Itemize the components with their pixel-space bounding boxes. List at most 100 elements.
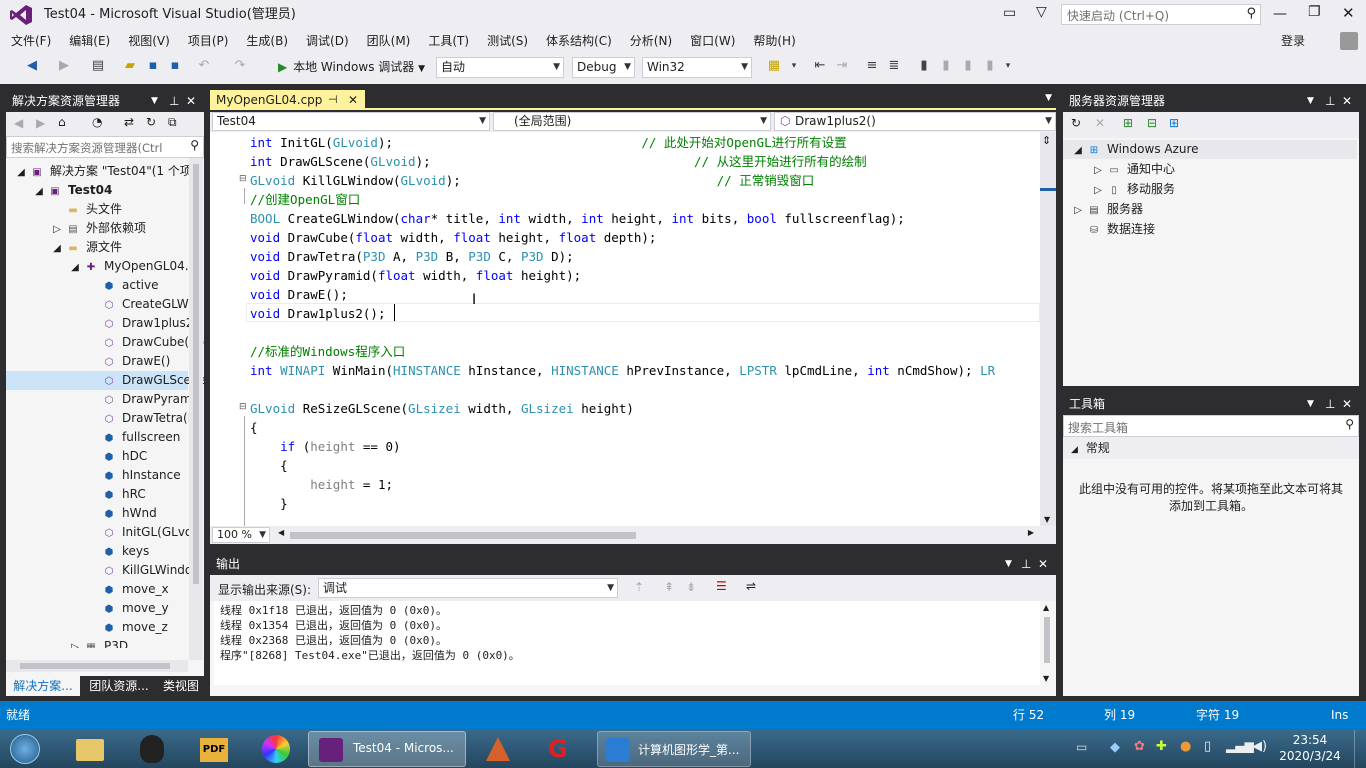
server-tree-item[interactable]: ⛁ 数据连接: [1063, 220, 1357, 239]
server-tree-item[interactable]: ▷ ▭ 通知中心: [1063, 160, 1357, 179]
zoom-select[interactable]: 100 % ▼: [212, 527, 270, 543]
project-nav-select[interactable]: Test04 ▼: [212, 112, 490, 131]
outline-collapse-icon[interactable]: ⊟: [239, 402, 247, 412]
menu-item-8[interactable]: 测试(S): [478, 30, 537, 52]
scroll-thumb[interactable]: [290, 532, 636, 539]
solution-tree-item[interactable]: ▬ 头文件: [6, 200, 188, 219]
azure-connect-icon[interactable]: ⊞: [1169, 116, 1179, 130]
bottom-tab-1[interactable]: 团队资源...: [82, 676, 156, 696]
solution-tree-item[interactable]: ⬢ hRC: [6, 485, 188, 504]
solution-tree-item[interactable]: ⬡ DrawGLScene: [6, 371, 204, 390]
pdf-taskbar-button[interactable]: PDF: [194, 731, 234, 767]
collapse-all-icon[interactable]: ⧉: [168, 115, 177, 130]
member-nav-select[interactable]: ⬡ Draw1plus2() ▼: [774, 112, 1056, 131]
solution-tree-item[interactable]: ⬢ move_y: [6, 599, 188, 618]
expanded-arrow-icon[interactable]: ◢: [14, 163, 28, 182]
scroll-thumb[interactable]: [1044, 617, 1050, 663]
redo-icon[interactable]: ↷: [232, 58, 248, 74]
server-tree-item[interactable]: ▷ ▯ 移动服务: [1063, 180, 1357, 199]
prev-message-icon[interactable]: ⇞: [664, 580, 674, 594]
toolbar-overflow-icon[interactable]: ▾: [1000, 58, 1016, 74]
toolbox-search-input[interactable]: 搜索工具箱 ⚲: [1063, 415, 1359, 437]
chevron-down-icon[interactable]: ▼: [1005, 553, 1012, 575]
close-icon[interactable]: ✕: [1342, 90, 1352, 112]
menu-item-7[interactable]: 工具(T): [419, 30, 478, 52]
qq-taskbar-button[interactable]: [132, 731, 172, 767]
menu-item-5[interactable]: 调试(D): [297, 30, 358, 52]
solution-tree-hscrollbar[interactable]: [6, 660, 188, 672]
user-avatar-icon[interactable]: [1340, 32, 1358, 50]
solution-tree-item[interactable]: ⬢ move_x: [6, 580, 188, 599]
chevron-down-icon[interactable]: ▼: [151, 90, 158, 112]
show-desktop-button[interactable]: [1354, 730, 1366, 768]
restore-button[interactable]: ❐: [1308, 4, 1321, 20]
collapsed-arrow-icon[interactable]: ▷: [68, 638, 82, 648]
menu-item-2[interactable]: 视图(V): [119, 30, 179, 52]
scroll-thumb[interactable]: [20, 663, 170, 669]
solution-tree-item[interactable]: ⬡ CreateGLWin: [6, 295, 200, 314]
document-taskbar-button[interactable]: 计算机图形学_第...: [597, 731, 751, 767]
file-explorer-taskbar-button[interactable]: [70, 731, 110, 767]
save-icon[interactable]: ▪: [145, 58, 161, 74]
cube-app-icon[interactable]: ◆: [1110, 740, 1120, 755]
scroll-down-icon[interactable]: ▼: [1044, 515, 1050, 524]
code-hscrollbar[interactable]: ◀ ▶: [276, 528, 1036, 542]
scope-nav-select[interactable]: (全局范围) ▼: [493, 112, 771, 131]
output-text-area[interactable]: 线程 0x1f18 已退出，返回值为 0 (0x0)。 线程 0x1354 已退出…: [214, 601, 1040, 685]
scroll-thumb[interactable]: [1040, 188, 1056, 191]
outline-collapse-icon[interactable]: ⊟: [239, 174, 247, 184]
chevron-down-icon[interactable]: ▼: [1307, 393, 1314, 415]
color-picker-taskbar-button[interactable]: [256, 731, 296, 767]
minimize-button[interactable]: —: [1273, 6, 1287, 22]
server-tree-item[interactable]: ▷ ▤ 服务器: [1063, 200, 1357, 219]
close-icon[interactable]: ✕: [186, 90, 196, 112]
solution-tree-item[interactable]: ⬢ keys: [6, 542, 188, 561]
chevron-down-icon[interactable]: ▼: [1045, 93, 1052, 103]
scroll-down-icon[interactable]: ▼: [1043, 674, 1049, 683]
bookmark-icon[interactable]: ▮: [916, 58, 932, 74]
visual-studio-taskbar-button[interactable]: Test04 - Micros...: [308, 731, 466, 767]
menu-item-1[interactable]: 编辑(E): [60, 30, 119, 52]
tab-myopengl04-cpp[interactable]: MyOpenGL04.cpp ⊣ ✕: [210, 90, 365, 110]
chevron-down-icon[interactable]: ▼: [1307, 90, 1314, 112]
collapsed-arrow-icon[interactable]: ▷: [1091, 161, 1105, 180]
connect-server-icon[interactable]: ⊟: [1147, 116, 1157, 130]
solution-tree-item[interactable]: ⬡ KillGLWindow: [6, 561, 202, 580]
menu-item-4[interactable]: 生成(B): [237, 30, 297, 52]
expanded-arrow-icon[interactable]: ◢: [68, 258, 82, 277]
pin-icon[interactable]: ⊥: [1325, 90, 1335, 112]
solution-tree-item[interactable]: ▷ ▦ P3D: [6, 637, 188, 648]
undo-icon[interactable]: ↶: [196, 58, 212, 74]
solution-tree-item[interactable]: ⬡ DrawCube(flo: [6, 333, 204, 352]
clear-bookmarks-icon[interactable]: ▮: [982, 58, 998, 74]
go-to-location-icon[interactable]: ⇡: [634, 580, 644, 594]
expanded-arrow-icon[interactable]: ◢: [1071, 141, 1085, 160]
solution-tree-item[interactable]: ◢ ▣ Test04: [6, 181, 188, 200]
open-file-icon[interactable]: ▰: [122, 58, 138, 74]
network-signal-icon[interactable]: ▂▄▆: [1226, 739, 1254, 753]
filter-icon[interactable]: ▽: [1036, 4, 1047, 20]
next-message-icon[interactable]: ⇟: [686, 580, 696, 594]
forward-icon[interactable]: ▶: [36, 116, 45, 130]
menu-item-3[interactable]: 项目(P): [179, 30, 238, 52]
close-icon[interactable]: ✕: [348, 90, 358, 110]
scroll-thumb[interactable]: [193, 164, 199, 584]
menu-item-12[interactable]: 帮助(H): [744, 30, 804, 52]
clear-all-icon[interactable]: ☰: [716, 579, 727, 593]
prev-bookmark-icon[interactable]: ▮: [938, 58, 954, 74]
solution-tree-vscrollbar[interactable]: [189, 158, 203, 660]
menu-item-6[interactable]: 团队(M): [358, 30, 420, 52]
back-icon[interactable]: ◀: [14, 116, 23, 130]
solution-tree-item[interactable]: ⬢ hWnd: [6, 504, 188, 523]
pin-icon[interactable]: ⊥: [1021, 553, 1031, 575]
output-vscrollbar[interactable]: ▲ ▼: [1040, 601, 1054, 685]
solution-tree-item[interactable]: ◢ ▬ 源文件: [6, 238, 188, 257]
refresh-icon[interactable]: ↻: [1071, 116, 1081, 130]
step-over-icon[interactable]: ⇤: [812, 58, 828, 74]
volume-icon[interactable]: ◀): [1252, 739, 1267, 754]
sign-in-link[interactable]: 登录: [1281, 30, 1305, 52]
expanded-arrow-icon[interactable]: ◢: [32, 182, 46, 201]
stop-icon[interactable]: ✕: [1095, 116, 1105, 130]
refresh-icon[interactable]: ↻: [146, 115, 156, 129]
gear-app-icon[interactable]: ✿: [1134, 739, 1145, 754]
